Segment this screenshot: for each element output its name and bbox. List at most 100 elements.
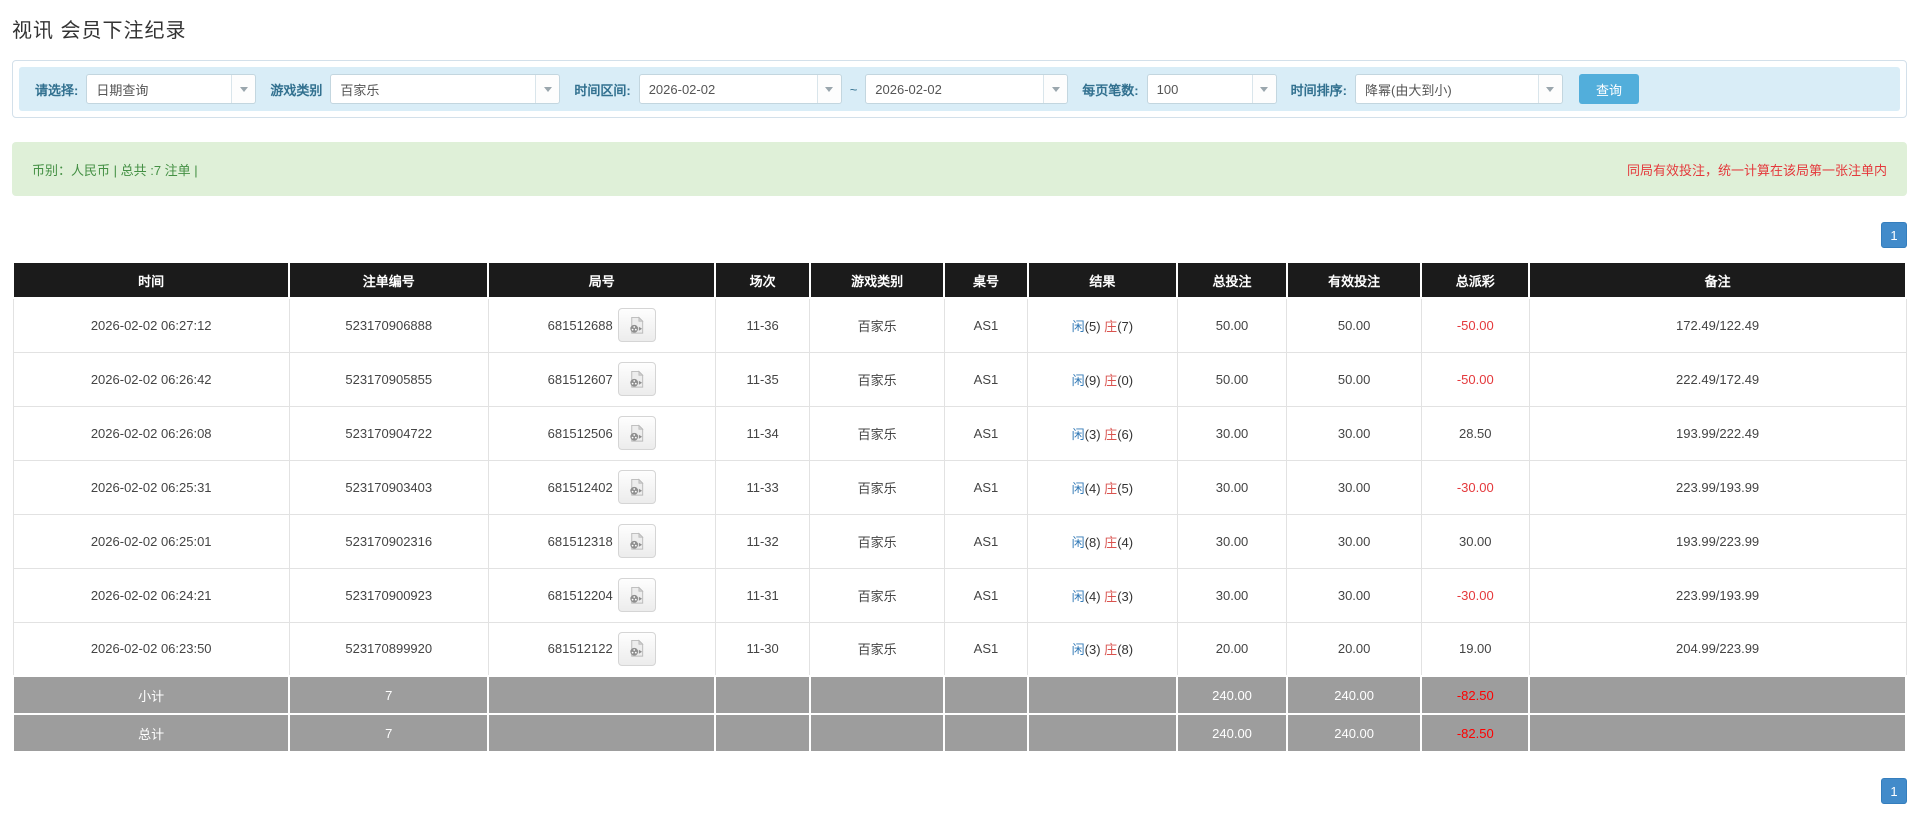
payout-value: -30.00 bbox=[1420, 567, 1530, 623]
payout-value: 28.50 bbox=[1420, 405, 1530, 461]
film-icon bbox=[630, 532, 644, 550]
cell-result: 闲(9) 庄(0) bbox=[1027, 351, 1178, 407]
cell-total-bet: 30.00 bbox=[1176, 567, 1288, 623]
cell-note: 193.99/222.49 bbox=[1528, 405, 1907, 461]
round-number: 681512318 bbox=[547, 533, 613, 549]
payout-value: 19.00 bbox=[1420, 621, 1530, 677]
video-replay-button[interactable] bbox=[617, 524, 656, 558]
cell-table-no: AS1 bbox=[943, 513, 1029, 569]
time-sort-dropdown[interactable]: 降幂(由大到小) bbox=[1354, 74, 1563, 104]
cell-session: 11-32 bbox=[714, 513, 811, 569]
date-from-value: 2026-02-02 bbox=[648, 81, 716, 97]
cell-session: 11-35 bbox=[714, 351, 811, 407]
total-label: 总计 bbox=[11, 713, 291, 753]
page: 视讯 会员下注纪录 请选择: 日期查询 游戏类别 百家乐 时间区间: 2026-… bbox=[0, 0, 1919, 804]
grand-total-row: 总计 7 240.00 240.00 -82.50 bbox=[11, 713, 1907, 753]
game-type-label: 游戏类别 bbox=[270, 82, 323, 98]
cell-bet-no: 523170906888 bbox=[288, 297, 489, 353]
chevron-down-icon bbox=[535, 75, 560, 103]
result-banker-score: (8) bbox=[1117, 642, 1134, 658]
cell-result: 闲(3) 庄(6) bbox=[1027, 405, 1178, 461]
select-type-label: 请选择: bbox=[35, 82, 79, 98]
cell-game-type: 百家乐 bbox=[809, 405, 945, 461]
cell-bet-no: 523170899920 bbox=[288, 621, 489, 677]
subtotal-label: 小计 bbox=[11, 675, 291, 715]
result-player-label: 闲 bbox=[1071, 588, 1085, 604]
cell-round-no: 681512122 bbox=[487, 621, 716, 677]
round-number: 681512402 bbox=[547, 479, 613, 495]
result-player-score: (4) bbox=[1084, 480, 1101, 496]
header-time: 时间 bbox=[11, 261, 291, 299]
result-banker-score: (3) bbox=[1117, 588, 1134, 604]
film-icon bbox=[630, 316, 644, 334]
game-type-dropdown[interactable]: 百家乐 bbox=[330, 74, 561, 104]
total-payout: -82.50 bbox=[1420, 713, 1531, 753]
video-replay-button[interactable] bbox=[617, 362, 656, 396]
film-icon bbox=[630, 586, 644, 604]
table-row: 2026-02-02 06:25:31 523170903403 6815124… bbox=[12, 459, 1907, 515]
result-banker-label: 庄 bbox=[1104, 534, 1118, 550]
per-page-dropdown[interactable]: 100 bbox=[1146, 74, 1277, 104]
cell-round-no: 681512607 bbox=[487, 351, 716, 407]
result-player-score: (3) bbox=[1084, 642, 1101, 658]
time-sort-label: 时间排序: bbox=[1290, 82, 1347, 98]
page-button-1[interactable]: 1 bbox=[1881, 222, 1907, 248]
total-count: 7 bbox=[288, 713, 490, 753]
cell-note: 223.99/193.99 bbox=[1528, 567, 1907, 623]
result-player-score: (4) bbox=[1084, 588, 1101, 604]
film-icon bbox=[630, 639, 644, 657]
film-icon bbox=[630, 424, 644, 442]
video-replay-button[interactable] bbox=[617, 631, 656, 666]
cell-note: 193.99/223.99 bbox=[1528, 513, 1907, 569]
cell-total-bet: 50.00 bbox=[1176, 297, 1288, 353]
video-replay-button[interactable] bbox=[617, 308, 656, 343]
cell-game-type: 百家乐 bbox=[809, 567, 945, 623]
video-replay-button[interactable] bbox=[617, 470, 656, 504]
cell-valid-bet: 50.00 bbox=[1286, 351, 1422, 407]
date-from-picker[interactable]: 2026-02-02 bbox=[638, 74, 842, 104]
cell-table-no: AS1 bbox=[943, 405, 1029, 461]
query-button[interactable]: 查询 bbox=[1578, 74, 1639, 104]
result-player-label: 闲 bbox=[1071, 318, 1085, 334]
date-to-picker[interactable]: 2026-02-02 bbox=[865, 74, 1069, 104]
payout-value: -50.00 bbox=[1420, 297, 1530, 353]
video-replay-button[interactable] bbox=[617, 416, 656, 450]
cell-result: 闲(8) 庄(4) bbox=[1027, 513, 1178, 569]
table-summary: 小计 7 240.00 240.00 -82.50 总计 7 240.00 24… bbox=[11, 675, 1907, 753]
video-replay-button[interactable] bbox=[617, 578, 656, 612]
result-banker-label: 庄 bbox=[1104, 372, 1118, 388]
result-banker-score: (5) bbox=[1117, 480, 1134, 496]
cell-game-type: 百家乐 bbox=[809, 459, 945, 515]
subtotal-row: 小计 7 240.00 240.00 -82.50 bbox=[11, 675, 1907, 715]
cell-session: 11-36 bbox=[714, 297, 811, 353]
result-player-label: 闲 bbox=[1071, 642, 1085, 658]
table-row: 2026-02-02 06:26:08 523170904722 6815125… bbox=[12, 405, 1907, 461]
chevron-down-icon bbox=[1251, 75, 1276, 103]
result-player-score: (8) bbox=[1084, 534, 1101, 550]
result-player-label: 闲 bbox=[1071, 534, 1085, 550]
total-total-bet: 240.00 bbox=[1176, 713, 1288, 753]
cell-round-no: 681512506 bbox=[487, 405, 716, 461]
per-page-value: 100 bbox=[1156, 81, 1179, 97]
result-player-score: (3) bbox=[1084, 426, 1101, 442]
page-button-1[interactable]: 1 bbox=[1881, 778, 1907, 804]
table-row: 2026-02-02 06:24:21 523170900923 6815122… bbox=[12, 567, 1907, 623]
cell-game-type: 百家乐 bbox=[809, 621, 945, 677]
cell-table-no: AS1 bbox=[943, 297, 1029, 353]
payout-value: 30.00 bbox=[1420, 513, 1530, 569]
valid-bet-notice: 同局有效投注，统一计算在该局第一张注单内 bbox=[1626, 162, 1887, 178]
header-note: 备注 bbox=[1528, 261, 1907, 299]
select-type-dropdown[interactable]: 日期查询 bbox=[86, 74, 257, 104]
date-to-value: 2026-02-02 bbox=[875, 81, 942, 97]
round-number: 681512204 bbox=[547, 587, 613, 603]
cell-valid-bet: 20.00 bbox=[1286, 621, 1422, 677]
cell-valid-bet: 30.00 bbox=[1286, 513, 1422, 569]
result-player-score: (5) bbox=[1084, 318, 1101, 334]
cell-valid-bet: 30.00 bbox=[1286, 459, 1422, 515]
header-payout: 总派彩 bbox=[1420, 261, 1531, 299]
cell-table-no: AS1 bbox=[943, 351, 1029, 407]
cell-total-bet: 30.00 bbox=[1176, 459, 1288, 515]
cell-note: 204.99/223.99 bbox=[1528, 621, 1907, 677]
cell-bet-no: 523170902316 bbox=[288, 513, 489, 569]
cell-table-no: AS1 bbox=[943, 459, 1029, 515]
